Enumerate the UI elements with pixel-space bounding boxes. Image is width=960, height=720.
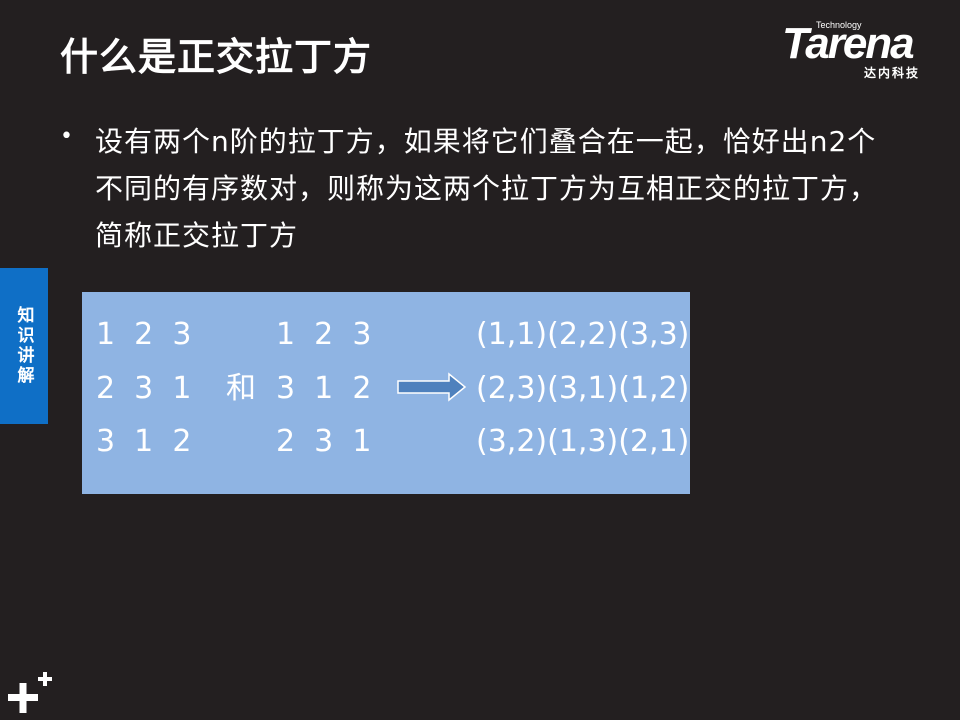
pairs-row-3: (3,2)(1,3)(2,1): [476, 424, 690, 459]
square-b-row-2: 3 1 2: [276, 371, 372, 406]
logo-tagline: Technology: [816, 20, 862, 30]
square-a-row-3: 3 1 2: [96, 424, 192, 459]
square-b-row-3: 2 3 1: [276, 424, 372, 459]
square-a-row-1: 1 2 3: [96, 317, 192, 352]
side-tab-label: 知识讲解: [13, 306, 34, 386]
square-b-row-1: 1 2 3: [276, 317, 372, 352]
bullet-text: 设有两个n阶的拉丁方，如果将它们叠合在一起，恰好出n2个不同的有序数对，则称为这…: [95, 125, 879, 252]
bullet-dot-icon: •: [60, 124, 73, 149]
logo-cn-text: 达内科技: [864, 66, 921, 80]
right-arrow-icon: [397, 372, 467, 402]
tarena-logo: Tarena Technology 达内科技: [776, 20, 946, 82]
plus-icon: [8, 672, 52, 713]
square-a-row-2: 2 3 1: [96, 371, 192, 406]
pairs-row-1: (1,1)(2,2)(3,3): [476, 317, 690, 352]
page-title: 什么是正交拉丁方: [60, 35, 373, 79]
latin-square-example: 1 2 3 2 3 1 3 1 2 和 1 2 3 3 1 2 2 3 1 (1…: [82, 292, 690, 494]
connector-text: 和: [226, 371, 256, 406]
pairs-row-2: (2,3)(3,1)(1,2): [476, 371, 690, 406]
side-section-tab: 知识讲解: [0, 268, 48, 424]
